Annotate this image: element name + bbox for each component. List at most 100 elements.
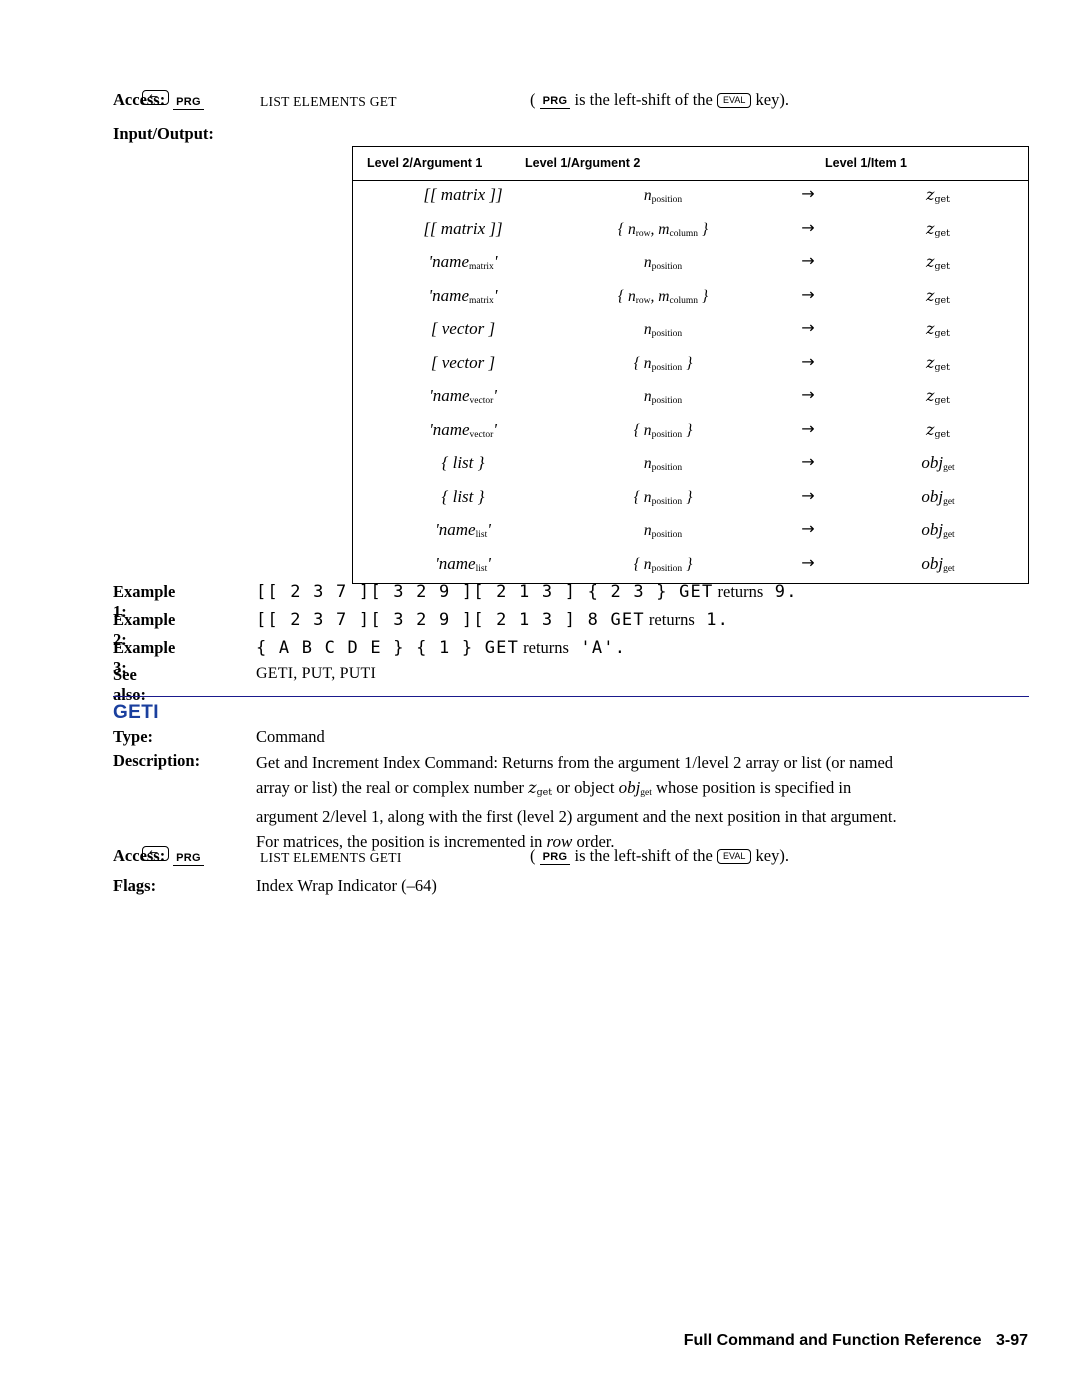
- row-result: zget: [926, 419, 950, 440]
- row-result: zget: [926, 386, 950, 406]
- row-arrow-icon: →: [801, 251, 815, 270]
- get-access-label: Access:: [113, 90, 166, 109]
- geti-flags-label: Flags:: [113, 876, 157, 895]
- table-row: 'namematrix' nposition → zget: [353, 248, 1028, 282]
- example-2-expression: [[ 2 3 7 ][ 3 2 9 ][ 2 1 3 ] 8 GET: [256, 610, 645, 630]
- prg-key-icon: PRG: [173, 852, 204, 866]
- io-header-level1-arg2: Level 1/Argument 2: [525, 156, 641, 170]
- row-arrow-icon: →: [801, 519, 815, 538]
- page-footer: Full Command and Function Reference 3-97: [0, 1332, 1080, 1350]
- row-arrow-icon: →: [801, 351, 815, 371]
- row-arg1: [ vector ]: [430, 352, 496, 372]
- note-end: key).: [755, 90, 789, 109]
- row-arg2: { nposition }: [633, 488, 693, 507]
- row-arg1: 'namevector': [429, 386, 497, 406]
- table-row: 'namelist' { nposition } → objget: [353, 550, 1028, 584]
- row-result: zget: [926, 319, 950, 339]
- row-result: zget: [926, 218, 950, 239]
- row-arrow-icon: →: [801, 284, 815, 304]
- left-shift-key-icon: [142, 89, 169, 105]
- example-1-result: 9.: [774, 582, 798, 602]
- note-text: is the left-shift of the: [574, 90, 713, 109]
- io-table: Level 2/Argument 1 Level 1/Argument 2 Le…: [352, 146, 1029, 584]
- row-arg2: { nposition }: [633, 421, 693, 440]
- note-end: key).: [755, 846, 789, 865]
- row-arg2: nposition: [643, 254, 683, 272]
- row-result: zget: [926, 252, 950, 272]
- row-arg2: nposition: [643, 388, 683, 406]
- section-divider: [113, 696, 1029, 697]
- example-3-returns-word: returns: [523, 638, 569, 657]
- example-1-expression: [[ 2 3 7 ][ 3 2 9 ][ 2 1 3 ] { 2 3 } GET: [256, 582, 714, 602]
- geti-flags-row: Flags: Index Wrap Indicator (–64): [0, 876, 1080, 896]
- table-row: 'namevector' nposition → zget: [353, 382, 1028, 416]
- left-shift-key-icon: [142, 845, 169, 861]
- table-row: 'namematrix' { nrow, mcolumn } → zget: [353, 282, 1028, 316]
- get-access-path: LIST ELEMENTS GET: [260, 94, 397, 109]
- note-open-paren: (: [530, 846, 536, 865]
- row-arg1: 'namelist': [435, 553, 491, 574]
- table-row: [[ matrix ]] nposition → zget: [353, 181, 1028, 215]
- row-arg1: { list }: [441, 453, 485, 472]
- row-arrow-icon: →: [801, 418, 815, 438]
- row-arrow-icon: →: [801, 184, 815, 203]
- see-also-row: See also: GETI, PUT, PUTI: [0, 665, 1080, 705]
- geti-description-text: Get and Increment Index Command: Returns…: [256, 751, 1031, 854]
- prg-key-icon: PRG: [173, 96, 204, 110]
- geti-type-value: Command: [256, 727, 325, 746]
- io-header-level2: Level 2/Argument 1: [367, 156, 483, 170]
- get-access-row: Access: PRG LIST ELEMENTS GET ( PRG is t…: [0, 89, 1080, 111]
- geti-access-label: Access:: [113, 846, 166, 865]
- row-arg1: [[ matrix ]]: [423, 218, 503, 238]
- note-open-paren: (: [530, 90, 536, 109]
- eval-key-icon: EVAL: [717, 93, 752, 108]
- row-result: objget: [921, 520, 955, 540]
- row-arg2: { nrow, mcolumn }: [617, 287, 709, 306]
- see-also-value: GETI, PUT, PUTI: [256, 665, 377, 682]
- row-result: objget: [921, 453, 955, 473]
- row-arg2: nposition: [643, 455, 683, 473]
- geti-flags-value: Index Wrap Indicator (–64): [256, 876, 437, 895]
- row-arg1: 'namevector': [429, 419, 497, 440]
- eval-key-icon: EVAL: [717, 849, 752, 864]
- desc-line-1: Get and Increment Index Command: Returns…: [256, 753, 894, 772]
- row-arg2: { nposition }: [633, 555, 693, 574]
- row-result: zget: [926, 285, 950, 306]
- get-access-keys: PRG: [140, 89, 260, 111]
- row-arg1: 'namematrix': [428, 252, 498, 272]
- table-row: { list } nposition → objget: [353, 449, 1028, 483]
- row-arg1: 'namelist': [435, 520, 491, 540]
- note-text: is the left-shift of the: [574, 846, 713, 865]
- row-arrow-icon: →: [801, 385, 815, 404]
- row-arg1: 'namematrix': [428, 285, 498, 306]
- row-arrow-icon: →: [801, 318, 815, 337]
- footer-page-number: 3-97: [995, 1332, 1028, 1349]
- row-result: objget: [921, 486, 955, 507]
- geti-access-row: Access: PRG LIST ELEMENTS GETI ( PRG is …: [0, 845, 1080, 867]
- row-arg2: nposition: [643, 321, 683, 339]
- table-row: [[ matrix ]] { nrow, mcolumn } → zget: [353, 215, 1028, 249]
- row-arg2: nposition: [643, 522, 683, 540]
- row-arg1: { list }: [441, 486, 485, 506]
- example-1-code: [[ 2 3 7 ][ 3 2 9 ][ 2 1 3 ] { 2 3 } GET…: [140, 582, 798, 602]
- io-table-header: Level 2/Argument 1 Level 1/Argument 2 Le…: [353, 147, 1028, 181]
- table-row: { list } { nposition } → objget: [353, 483, 1028, 517]
- io-table-body: [[ matrix ]] nposition → zget [[ matrix …: [353, 181, 1028, 583]
- row-arg1: [[ matrix ]]: [423, 185, 503, 204]
- get-io-label: Input/Output:: [113, 124, 214, 143]
- row-arrow-icon: →: [801, 552, 815, 572]
- row-arrow-icon: →: [801, 217, 815, 237]
- row-arg2: { nposition }: [633, 354, 693, 373]
- example-2-code: [[ 2 3 7 ][ 3 2 9 ][ 2 1 3 ] 8 GET retur…: [140, 610, 729, 630]
- table-row: [ vector ] { nposition } → zget: [353, 349, 1028, 383]
- footer-title: Full Command and Function Reference: [683, 1332, 982, 1349]
- row-arrow-icon: →: [801, 452, 815, 471]
- row-result: zget: [926, 352, 950, 373]
- page-title: GETI: [113, 702, 159, 723]
- example-3-expression: { A B C D E } { 1 } GET: [256, 638, 520, 658]
- geti-access-keys: PRG: [140, 845, 260, 867]
- table-row: 'namelist' nposition → objget: [353, 516, 1028, 550]
- geti-access-note: ( PRG is the left-shift of the EVAL key)…: [530, 846, 789, 866]
- get-io-row: Input/Output:: [0, 124, 1080, 144]
- desc-line-3: argument 2/level 1, along with the first…: [256, 807, 897, 826]
